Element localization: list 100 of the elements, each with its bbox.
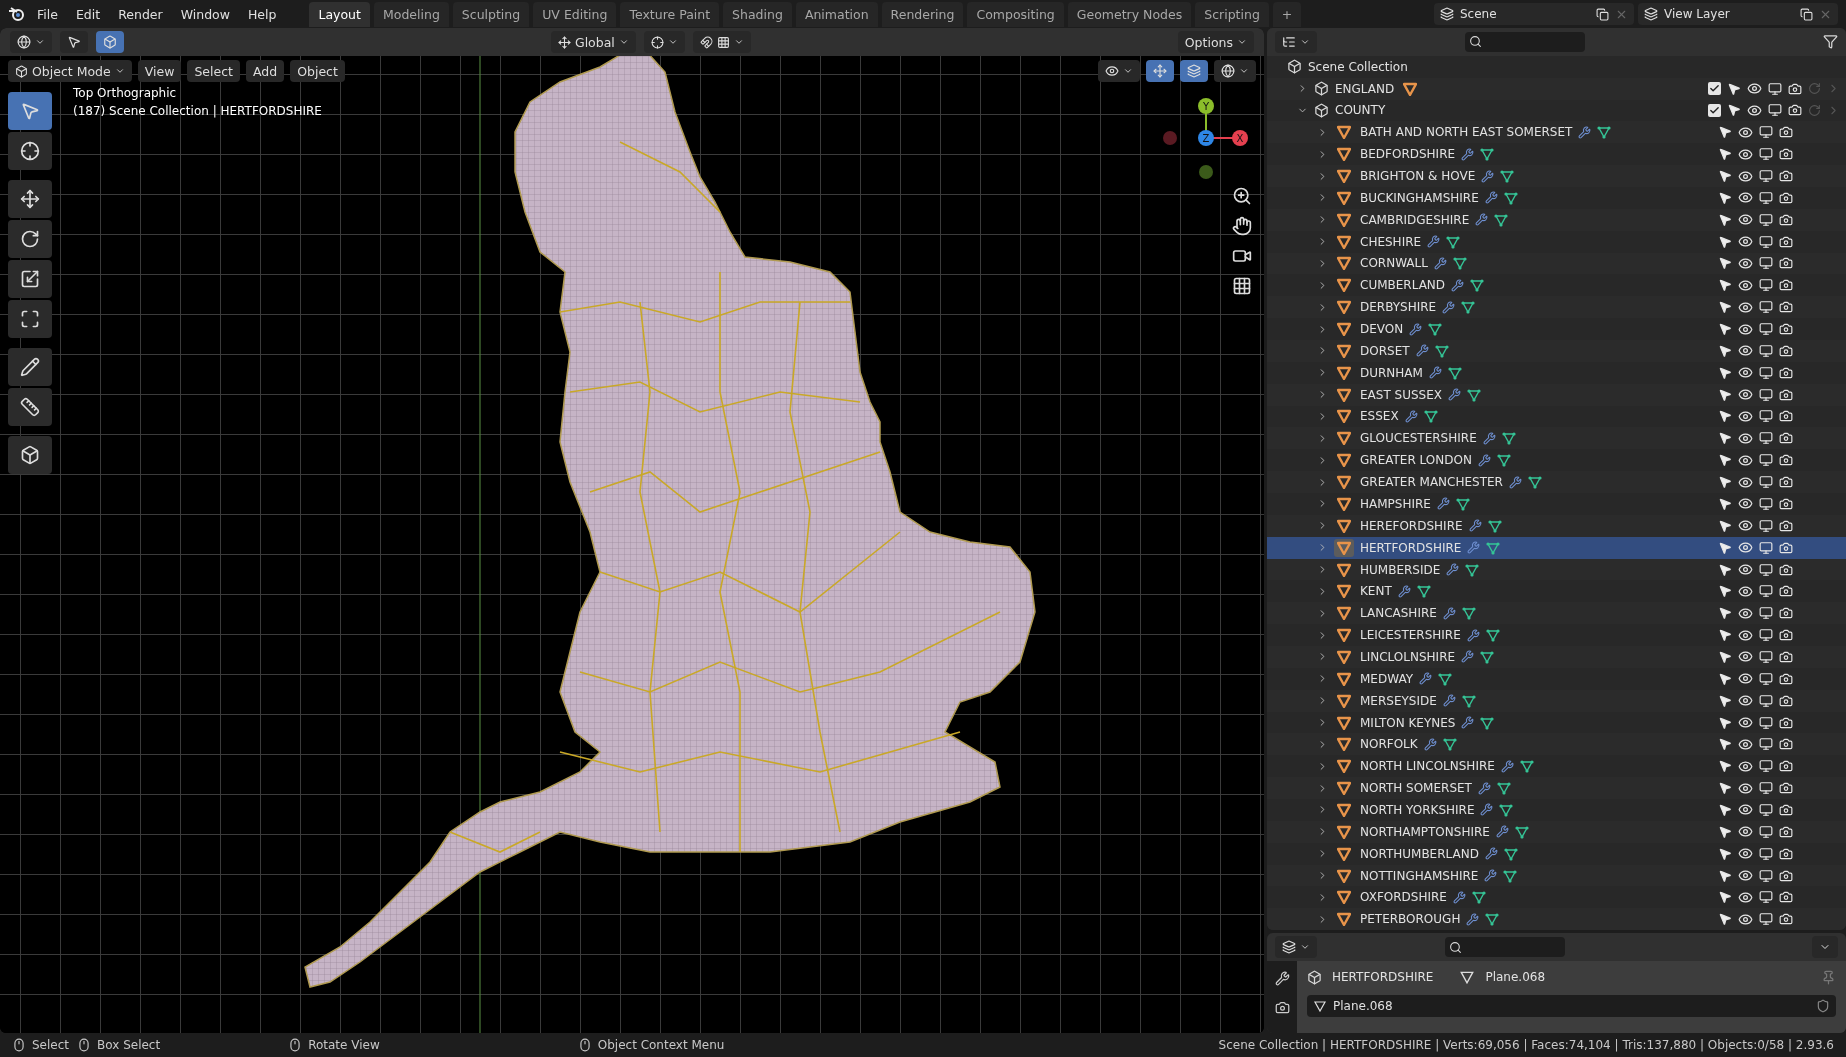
mesh-data-icon[interactable] — [1486, 540, 1501, 555]
viewport[interactable]: Object Mode View Select Add Object Top Orthographic (187) Scene Collection | HERTFORDSHIRE Y Z X — [0, 56, 1264, 1033]
tree-item[interactable]: HAMPSHIRE — [1360, 496, 1431, 511]
selectable-arrow-icon[interactable] — [1718, 606, 1732, 621]
viewport-monitor-icon[interactable] — [1759, 671, 1773, 686]
visibility-eye-icon[interactable] — [1738, 824, 1753, 840]
wrench-icon[interactable] — [1428, 366, 1442, 380]
tree-item[interactable]: BEDFORDSHIRE — [1360, 147, 1456, 162]
selectable-arrow-icon[interactable] — [1718, 781, 1732, 796]
object-triangle-icon[interactable] — [1334, 451, 1354, 470]
tree-item[interactable]: ENGLAND — [1335, 81, 1395, 96]
overlay-button[interactable] — [1180, 60, 1208, 82]
object-triangle-icon[interactable] — [1334, 320, 1354, 339]
viewport-monitor-icon[interactable] — [1759, 737, 1773, 752]
tree-item[interactable]: HUMBERSIDE — [1360, 562, 1441, 577]
app-logo-icon[interactable] — [8, 6, 26, 22]
visibility-eye-icon[interactable] — [1738, 124, 1753, 140]
wrench-icon[interactable] — [1448, 388, 1461, 402]
viewport-monitor-icon[interactable] — [1759, 846, 1773, 861]
object-triangle-icon[interactable] — [1334, 910, 1354, 929]
viewport-monitor-icon[interactable] — [1759, 628, 1773, 643]
tree-item[interactable]: OXFORDSHIRE — [1360, 890, 1447, 905]
visibility-eye-icon[interactable] — [1738, 409, 1753, 424]
viewport-monitor-icon[interactable] — [1759, 343, 1773, 358]
visibility-eye-icon[interactable] — [1738, 649, 1753, 665]
rotate-tool-button[interactable] — [8, 220, 52, 258]
tree-item[interactable]: DERBYSHIRE — [1360, 300, 1437, 315]
add-tool-button[interactable] — [8, 436, 52, 474]
render-camera-icon[interactable] — [1779, 584, 1793, 599]
tree-item[interactable]: HERTFORDSHIRE — [1360, 540, 1462, 555]
pivot-button[interactable] — [643, 31, 685, 53]
viewport-monitor-icon[interactable] — [1759, 147, 1773, 162]
render-camera-icon[interactable] — [1779, 212, 1793, 227]
viewport-monitor-icon[interactable] — [1759, 693, 1773, 708]
orientation-dropdown[interactable]: Global — [550, 31, 636, 53]
mesh-data-icon[interactable] — [1503, 868, 1518, 883]
selection-mode-button[interactable] — [96, 31, 124, 53]
viewport-monitor-icon[interactable] — [1759, 256, 1773, 271]
render-camera-icon[interactable] — [1779, 234, 1793, 249]
selectable-arrow-icon[interactable] — [1718, 409, 1732, 424]
mesh-data-icon[interactable] — [1452, 256, 1467, 271]
mesh-data-icon[interactable] — [1500, 169, 1515, 184]
mesh-data-icon[interactable] — [1519, 759, 1534, 774]
tree-item[interactable]: NORTH SOMERSET — [1360, 781, 1472, 796]
object-triangle-icon[interactable] — [1334, 779, 1354, 798]
tree-item[interactable]: BATH AND NORTH EAST SOMERSET — [1360, 125, 1573, 140]
mesh-data-icon[interactable] — [1485, 628, 1500, 643]
viewport-monitor-icon[interactable] — [1759, 365, 1773, 380]
mesh-data-icon[interactable] — [1455, 496, 1470, 511]
viewport-menu-item[interactable]: Object — [290, 60, 345, 82]
tree-item[interactable]: LINCLOLNSHIRE — [1360, 649, 1456, 664]
object-triangle-icon[interactable] — [1334, 429, 1354, 448]
render-camera-icon[interactable] — [1779, 322, 1793, 337]
copy-icon[interactable] — [1800, 7, 1813, 21]
object-triangle-icon[interactable] — [1334, 757, 1354, 776]
snap-button[interactable] — [692, 31, 751, 53]
mesh-data-icon[interactable] — [1467, 387, 1481, 402]
render-camera-icon[interactable] — [1779, 387, 1793, 402]
viewport-monitor-icon[interactable] — [1768, 103, 1782, 118]
visibility-eye-icon[interactable] — [1738, 540, 1753, 556]
visibility-eye-icon[interactable] — [1738, 146, 1753, 162]
mesh-data-icon[interactable] — [1465, 562, 1480, 577]
visibility-eye-icon[interactable] — [1738, 583, 1753, 599]
viewport-monitor-icon[interactable] — [1759, 496, 1773, 511]
workspace-tab[interactable]: UV Editing — [533, 1, 617, 27]
visibility-eye-icon[interactable] — [1738, 736, 1753, 752]
visibility-eye-icon[interactable] — [1738, 671, 1753, 687]
tree-item[interactable]: GREATER LONDON — [1360, 453, 1472, 468]
selectable-arrow-icon[interactable] — [1718, 190, 1732, 205]
wrench-icon[interactable] — [1466, 628, 1480, 642]
viewport-monitor-icon[interactable] — [1759, 190, 1773, 205]
tree-item[interactable]: KENT — [1360, 584, 1392, 599]
tree-item[interactable]: DEVON — [1360, 322, 1404, 337]
visibility-eye-icon[interactable] — [1738, 518, 1753, 534]
tree-item[interactable]: MERSEYSIDE — [1360, 693, 1437, 708]
selectable-arrow-icon[interactable] — [1718, 125, 1732, 140]
viewport-menu-item[interactable]: Add — [246, 60, 285, 82]
mesh-data-icon[interactable] — [1442, 737, 1457, 752]
selectable-arrow-icon[interactable] — [1718, 868, 1732, 883]
tree-item[interactable]: BUCKINGHAMSHIRE — [1360, 190, 1479, 205]
mode-dropdown[interactable]: Object Mode — [8, 60, 132, 82]
render-camera-icon[interactable] — [1779, 912, 1793, 927]
visibility-eye-icon[interactable] — [1747, 102, 1762, 118]
mesh-data-icon[interactable] — [1527, 475, 1542, 490]
mesh-data-icon[interactable] — [1434, 343, 1449, 358]
mesh-data-icon[interactable] — [1480, 715, 1495, 730]
visibility-eye-icon[interactable] — [1738, 758, 1753, 774]
transform-tool-button[interactable] — [8, 300, 52, 338]
visibility-eye-icon[interactable] — [1738, 474, 1753, 490]
wrench-icon[interactable] — [1477, 453, 1491, 467]
selectable-arrow-icon[interactable] — [1718, 890, 1732, 905]
selectable-arrow-icon[interactable] — [1718, 540, 1732, 555]
visibility-eye-icon[interactable] — [1738, 911, 1753, 927]
visibility-eye-icon[interactable] — [1738, 605, 1753, 621]
checkbox[interactable] — [1708, 82, 1721, 96]
tree-item[interactable]: CAMBRIDGESHIRE — [1360, 212, 1470, 227]
mesh-data-icon[interactable] — [1499, 802, 1514, 817]
object-triangle-icon[interactable] — [1334, 407, 1354, 426]
visibility-eye-icon[interactable] — [1738, 780, 1753, 796]
wrench-icon[interactable] — [1433, 256, 1447, 270]
